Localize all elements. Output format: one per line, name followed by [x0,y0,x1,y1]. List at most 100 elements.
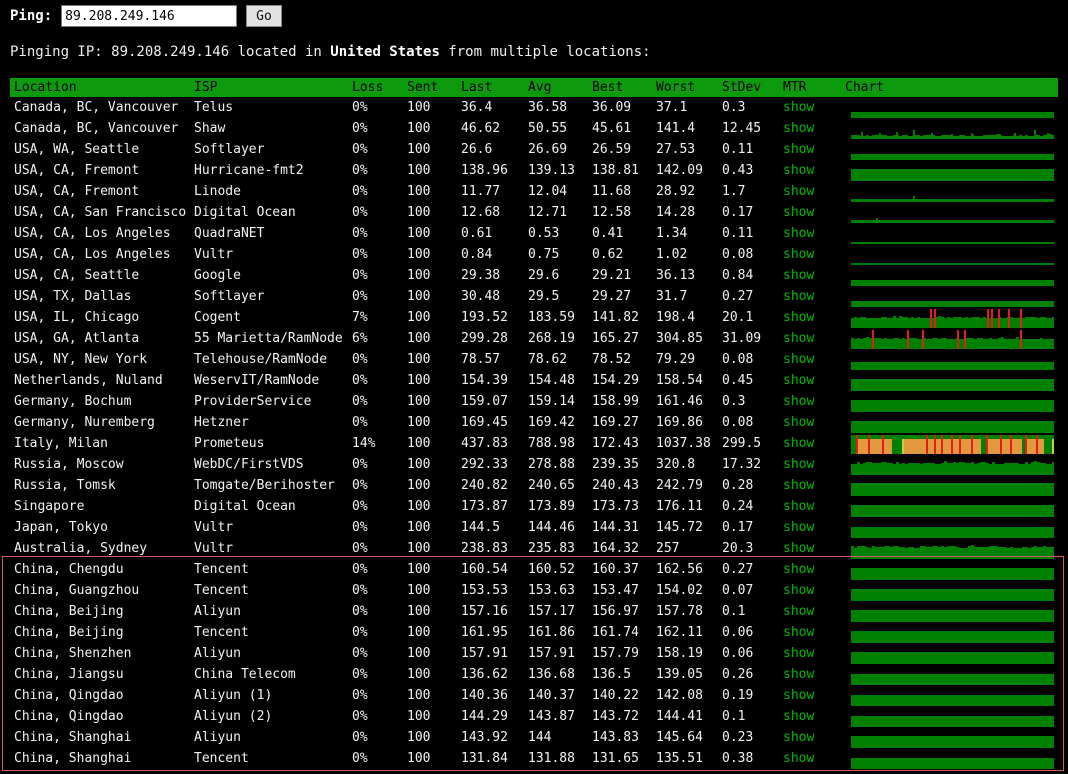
cell-best: 173.73 [588,496,652,517]
ping-ip-input[interactable] [61,5,237,27]
cell-best: 29.27 [588,286,652,307]
cell-mtr: show [779,580,841,601]
cell-stdev: 0.08 [718,244,779,265]
cell-chart [841,643,1058,664]
cell-mtr: show [779,475,841,496]
cell-last: 136.62 [457,664,524,685]
mtr-show-link[interactable]: show [783,100,814,115]
cell-avg: 140.37 [524,685,588,706]
mtr-show-link[interactable]: show [783,583,814,598]
mtr-show-link[interactable]: show [783,520,814,535]
cell-sent: 100 [403,622,457,643]
mtr-show-link[interactable]: show [783,184,814,199]
table-row: USA, CA, San FranciscoDigital Ocean0%100… [10,202,1058,223]
cell-sent: 100 [403,496,457,517]
cell-sent: 100 [403,349,457,370]
mtr-show-link[interactable]: show [783,646,814,661]
mtr-show-link[interactable]: show [783,394,814,409]
mtr-show-link[interactable]: show [783,688,814,703]
cell-avg: 50.55 [524,118,588,139]
cell-stdev: 0.06 [718,622,779,643]
mtr-show-link[interactable]: show [783,373,814,388]
cell-loss: 0% [348,370,403,391]
mtr-show-link[interactable]: show [783,247,814,262]
cell-isp: Vultr [190,517,348,538]
cell-avg: 153.63 [524,580,588,601]
latency-sparkline [851,203,1054,223]
cell-location: Singapore [10,496,190,517]
mtr-show-link[interactable]: show [783,310,814,325]
mtr-show-link[interactable]: show [783,226,814,241]
cell-chart [841,202,1058,223]
cell-isp: Tencent [190,748,348,769]
cell-sent: 100 [403,454,457,475]
latency-sparkline [851,119,1054,139]
cell-chart [841,475,1058,496]
mtr-show-link[interactable]: show [783,268,814,283]
cell-isp: Tencent [190,622,348,643]
mtr-show-link[interactable]: show [783,205,814,220]
mtr-show-link[interactable]: show [783,478,814,493]
cell-chart [841,160,1058,181]
cell-loss: 0% [348,454,403,475]
table-row: China, ShanghaiAliyun0%100143.92144143.8… [10,727,1058,748]
cell-mtr: show [779,496,841,517]
table-row: Germany, BochumProviderService0%100159.0… [10,391,1058,412]
cell-mtr: show [779,160,841,181]
cell-best: 154.29 [588,370,652,391]
mtr-show-link[interactable]: show [783,289,814,304]
mtr-show-link[interactable]: show [783,163,814,178]
mtr-show-link[interactable]: show [783,142,814,157]
cell-loss: 0% [348,265,403,286]
cell-worst: 14.28 [652,202,718,223]
mtr-show-link[interactable]: show [783,436,814,451]
cell-mtr: show [779,622,841,643]
go-button[interactable]: Go [246,5,282,27]
latency-sparkline [851,98,1054,118]
cell-last: 36.4 [457,97,524,118]
mtr-show-link[interactable]: show [783,352,814,367]
mtr-show-link[interactable]: show [783,709,814,724]
cell-loss: 0% [348,685,403,706]
mtr-show-link[interactable]: show [783,625,814,640]
latency-sparkline [851,308,1054,328]
mtr-show-link[interactable]: show [783,562,814,577]
table-row: China, QingdaoAliyun (2)0%100144.29143.8… [10,706,1058,727]
cell-sent: 100 [403,475,457,496]
cell-mtr: show [779,286,841,307]
cell-loss: 0% [348,391,403,412]
mtr-show-link[interactable]: show [783,730,814,745]
cell-stdev: 0.1 [718,601,779,622]
cell-stdev: 0.17 [718,517,779,538]
cell-worst: 242.79 [652,475,718,496]
mtr-show-link[interactable]: show [783,457,814,472]
cell-location: USA, CA, San Francisco [10,202,190,223]
mtr-show-link[interactable]: show [783,331,814,346]
table-row: Australia, SydneyVultr0%100238.83235.831… [10,538,1058,559]
cell-best: 0.41 [588,223,652,244]
mtr-show-link[interactable]: show [783,415,814,430]
column-header-sent: Sent [403,78,457,97]
cell-chart [841,664,1058,685]
cell-stdev: 0.27 [718,286,779,307]
table-row: China, ShanghaiTencent0%100131.84131.881… [10,748,1058,769]
cell-last: 140.36 [457,685,524,706]
cell-location: China, Shanghai [10,748,190,769]
cell-avg: 268.19 [524,328,588,349]
latency-sparkline [851,455,1054,475]
mtr-show-link[interactable]: show [783,667,814,682]
mtr-show-link[interactable]: show [783,541,814,556]
table-row: USA, CA, Los AngelesVultr0%1000.840.750.… [10,244,1058,265]
mtr-show-link[interactable]: show [783,604,814,619]
mtr-show-link[interactable]: show [783,121,814,136]
mtr-show-link[interactable]: show [783,751,814,766]
cell-isp: ProviderService [190,391,348,412]
cell-avg: 143.87 [524,706,588,727]
table-row: USA, CA, SeattleGoogle0%10029.3829.629.2… [10,265,1058,286]
cell-isp: Digital Ocean [190,202,348,223]
cell-last: 160.54 [457,559,524,580]
mtr-show-link[interactable]: show [783,499,814,514]
cell-worst: 1.02 [652,244,718,265]
column-header-worst: Worst [652,78,718,97]
cell-best: 138.81 [588,160,652,181]
